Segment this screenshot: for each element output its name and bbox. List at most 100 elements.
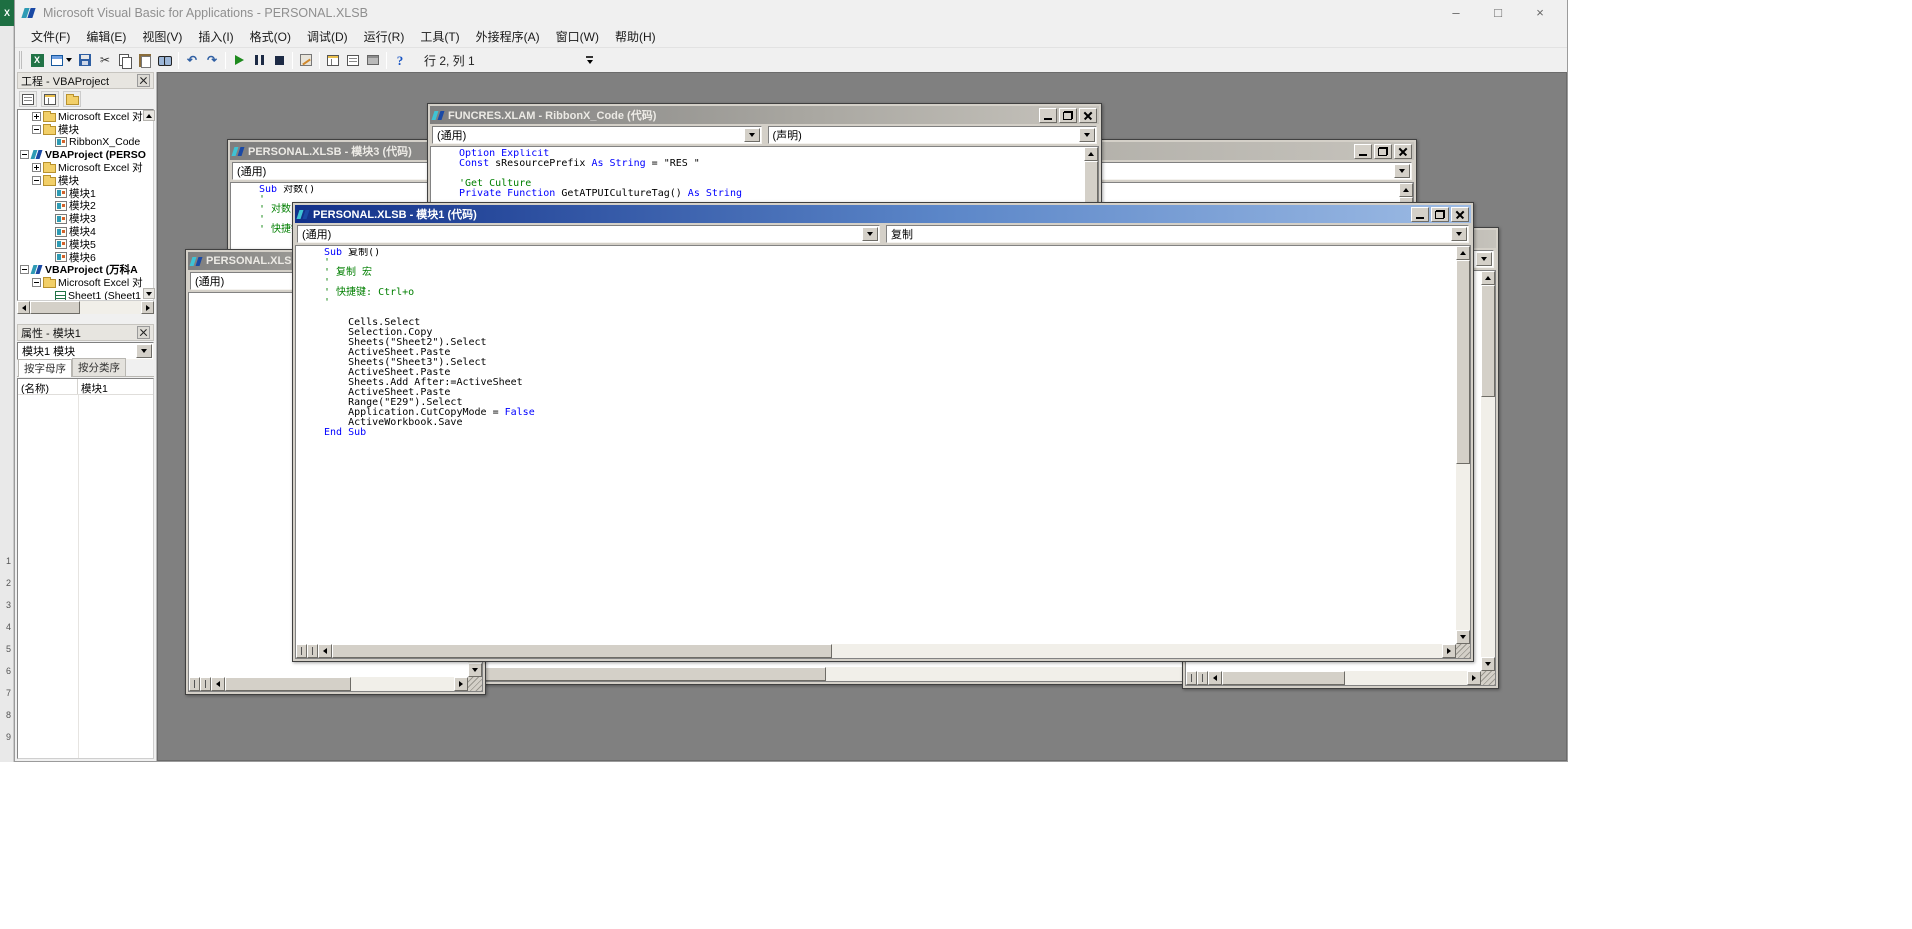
menu-item-9[interactable]: 窗口(W) <box>548 25 607 48</box>
vertical-scrollbar[interactable] <box>1456 246 1470 644</box>
collapse-icon[interactable] <box>32 278 41 287</box>
menu-item-6[interactable]: 运行(R) <box>356 25 413 48</box>
chevron-down-icon[interactable] <box>1394 164 1410 178</box>
minimize-button[interactable]: – <box>1435 0 1477 26</box>
resize-grip[interactable] <box>1481 671 1495 685</box>
restore-button[interactable] <box>1374 144 1392 159</box>
split-handle[interactable] <box>189 677 200 691</box>
menu-item-7[interactable]: 工具(T) <box>412 25 467 48</box>
copy-button[interactable] <box>115 50 135 71</box>
menu-item-3[interactable]: 插入(I) <box>190 25 241 48</box>
chevron-down-icon[interactable] <box>1476 252 1492 266</box>
expand-icon[interactable] <box>32 112 41 121</box>
margin-handle[interactable] <box>1197 671 1208 685</box>
tree-item[interactable]: 模块 <box>18 174 153 187</box>
code-window-module1[interactable]: PERSONAL.XLSB - 模块1 (代码) (通用) 复制 Sub 复制(… <box>292 202 1474 662</box>
break-button[interactable] <box>249 50 269 71</box>
tree-item[interactable]: RibbonX_Code <box>18 136 153 149</box>
minimize-button[interactable] <box>1411 207 1429 222</box>
menu-item-8[interactable]: 外接程序(A) <box>468 25 548 48</box>
expand-icon[interactable] <box>32 163 41 172</box>
tab-alphabetic[interactable]: 按字母序 <box>18 359 72 377</box>
scroll-up-icon[interactable] <box>143 110 155 121</box>
view-object-button[interactable] <box>41 91 59 107</box>
view-excel-button[interactable]: X <box>27 50 47 71</box>
tree-item[interactable]: Microsoft Excel 对 <box>18 161 153 174</box>
view-code-button[interactable] <box>19 91 37 107</box>
minimize-button[interactable] <box>1039 108 1057 123</box>
project-explorer-button[interactable] <box>323 50 343 71</box>
toggle-folders-button[interactable] <box>63 91 81 107</box>
restore-button[interactable] <box>1059 108 1077 123</box>
close-icon[interactable] <box>137 74 150 87</box>
object-dropdown[interactable]: (通用) <box>297 225 880 243</box>
margin-handle[interactable] <box>200 677 211 691</box>
run-button[interactable] <box>229 50 249 71</box>
property-row[interactable]: (名称) 模块1 <box>18 379 153 395</box>
horizontal-scrollbar[interactable] <box>189 677 468 691</box>
procedure-dropdown[interactable]: 复制 <box>886 225 1469 243</box>
tree-item[interactable]: VBAProject (万科A <box>18 264 153 277</box>
tree-item[interactable]: VBAProject (PERSO <box>18 148 153 161</box>
margin-handle[interactable] <box>307 644 318 658</box>
insert-userform-button[interactable] <box>47 50 75 71</box>
horizontal-scrollbar[interactable] <box>296 644 1456 658</box>
chevron-down-icon[interactable] <box>1451 227 1467 241</box>
restore-button[interactable] <box>1431 207 1449 222</box>
tree-item[interactable]: 模块2 <box>18 200 153 213</box>
close-icon[interactable] <box>137 326 150 339</box>
undo-button[interactable]: ↶ <box>182 50 202 71</box>
split-handle[interactable] <box>296 644 307 658</box>
resize-grip[interactable] <box>468 677 482 691</box>
tree-item[interactable]: 模块 <box>18 123 153 136</box>
menu-item-10[interactable]: 帮助(H) <box>607 25 664 48</box>
object-dropdown[interactable]: (通用) <box>432 126 762 144</box>
scroll-down-icon[interactable] <box>143 288 155 299</box>
menu-item-0[interactable]: 文件(F) <box>23 25 78 48</box>
tree-item[interactable]: 模块6 <box>18 251 153 264</box>
tree-item[interactable]: Microsoft Excel 对 <box>18 110 153 123</box>
menu-item-1[interactable]: 编辑(E) <box>78 25 134 48</box>
find-button[interactable] <box>155 50 175 71</box>
resize-grip[interactable] <box>1456 644 1470 658</box>
tree-item[interactable]: 模块3 <box>18 212 153 225</box>
tree-horizontal-scrollbar[interactable] <box>17 301 154 314</box>
collapse-icon[interactable] <box>32 125 41 134</box>
tree-item[interactable]: 模块1 <box>18 187 153 200</box>
tree-item[interactable]: 模块5 <box>18 238 153 251</box>
collapse-icon[interactable] <box>20 265 29 274</box>
help-button[interactable]: ? <box>390 50 410 71</box>
menu-item-4[interactable]: 格式(O) <box>242 25 299 48</box>
procedure-dropdown[interactable]: (声明) <box>768 126 1098 144</box>
minimize-button[interactable] <box>1354 144 1372 159</box>
chevron-down-icon[interactable] <box>1079 128 1095 142</box>
toolbar-grip[interactable] <box>19 51 23 69</box>
tree-item[interactable]: Microsoft Excel 对 <box>18 276 153 289</box>
chevron-down-icon[interactable] <box>744 128 760 142</box>
design-mode-button[interactable] <box>296 50 316 71</box>
menu-item-2[interactable]: 视图(V) <box>134 25 190 48</box>
close-button[interactable]: × <box>1519 0 1561 26</box>
property-value[interactable]: 模块1 <box>78 379 153 394</box>
child-titlebar[interactable]: FUNCRES.XLAM - RibbonX_Code (代码) <box>430 106 1099 124</box>
close-button[interactable] <box>1451 207 1469 222</box>
reset-button[interactable] <box>269 50 289 71</box>
maximize-button[interactable]: □ <box>1477 0 1519 26</box>
toolbar-options-button[interactable] <box>580 50 600 71</box>
tab-categorized[interactable]: 按分类序 <box>72 358 126 376</box>
vertical-scrollbar[interactable] <box>1481 271 1495 671</box>
code-editor[interactable]: Sub 复制()'' 复制 宏'' 快捷键: Ctrl+o' Cells.Sel… <box>297 248 1455 643</box>
collapse-icon[interactable] <box>32 176 41 185</box>
toolbox-button[interactable] <box>363 50 383 71</box>
collapse-icon[interactable] <box>20 150 29 159</box>
tree-item[interactable]: 模块4 <box>18 225 153 238</box>
close-button[interactable] <box>1079 108 1097 123</box>
redo-button[interactable]: ↷ <box>202 50 222 71</box>
properties-window-button[interactable] <box>343 50 363 71</box>
tree-item[interactable]: Sheet1 (Sheet1 <box>18 289 153 301</box>
close-button[interactable] <box>1394 144 1412 159</box>
child-titlebar[interactable]: PERSONAL.XLSB - 模块1 (代码) <box>295 205 1471 223</box>
horizontal-scrollbar[interactable] <box>1186 671 1481 685</box>
cut-button[interactable]: ✂ <box>95 50 115 71</box>
chevron-down-icon[interactable] <box>136 344 152 358</box>
